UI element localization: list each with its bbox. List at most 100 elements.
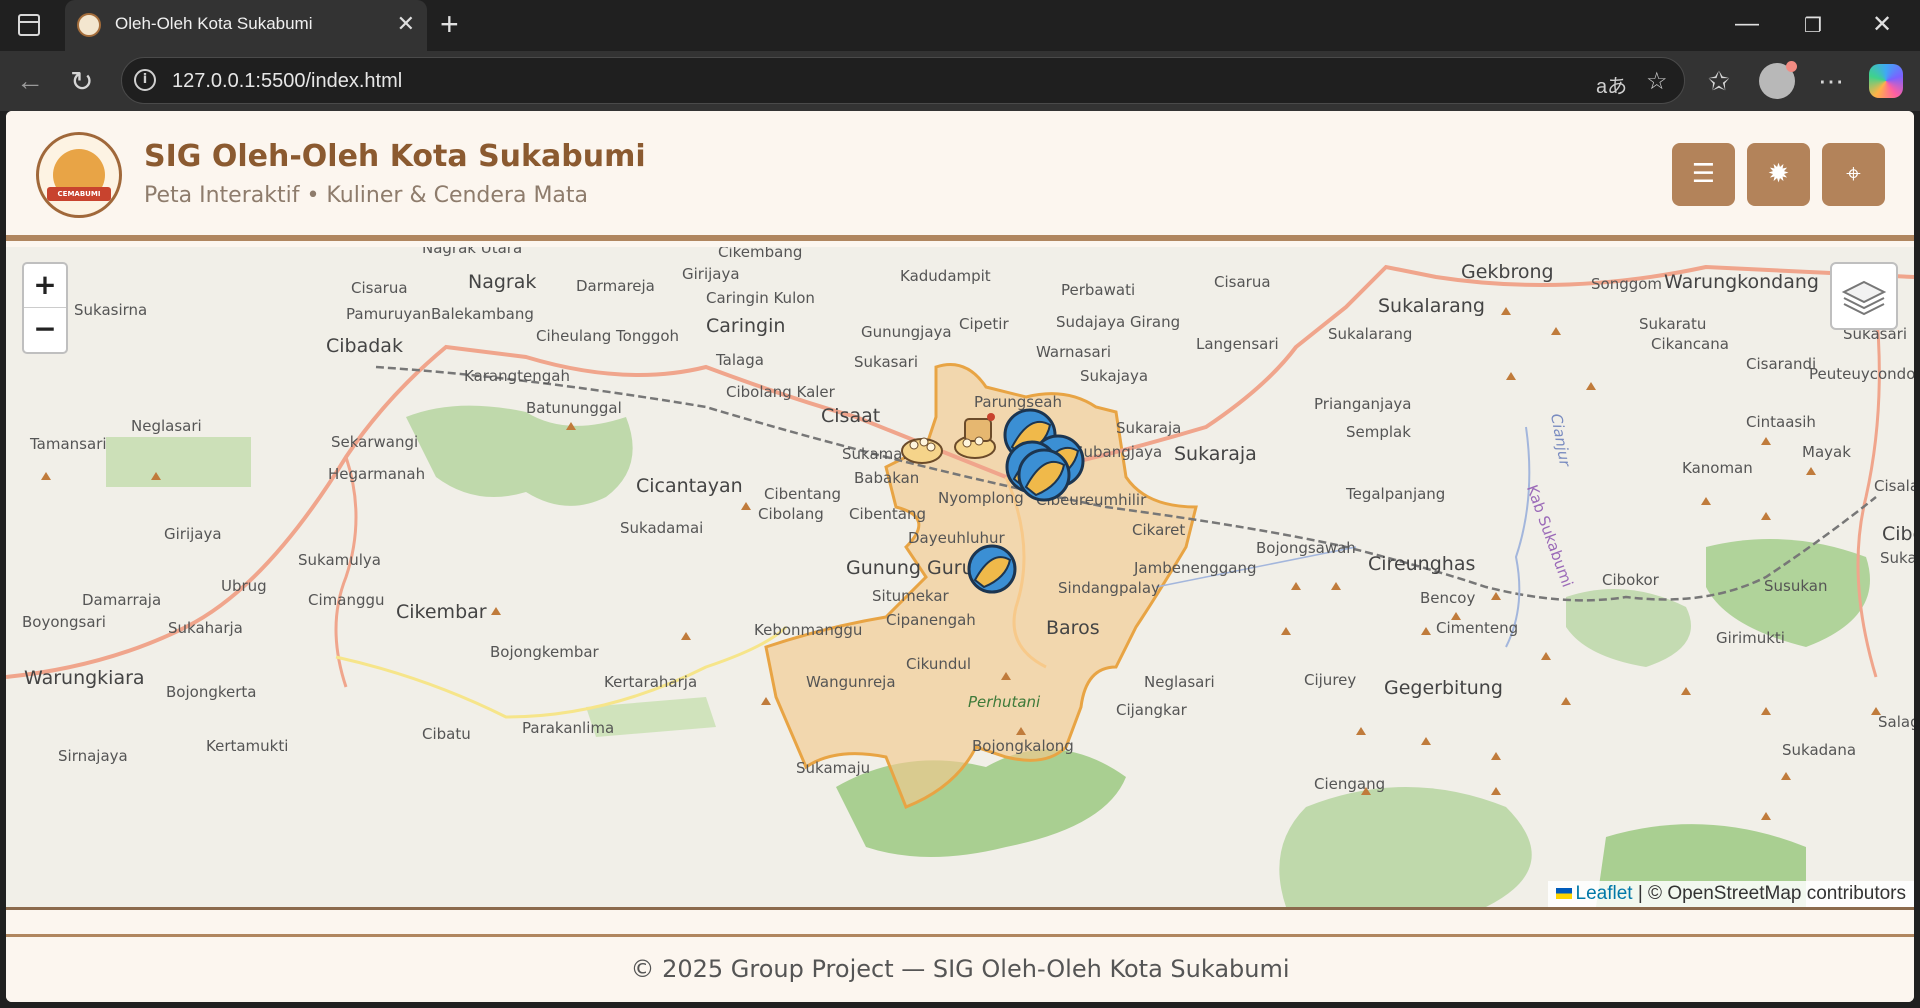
web-page: CEMABUMI SIG Oleh-Oleh Kota Sukabumi Pet…: [6, 111, 1914, 1002]
place-label: Kanoman: [1682, 459, 1753, 477]
place-label: Perbawati: [1061, 281, 1136, 299]
place-label: Susukan: [1764, 577, 1828, 595]
place-label: Sukajaya: [1080, 367, 1149, 385]
site-logo: CEMABUMI: [36, 132, 122, 218]
menu-icon: ☰: [1691, 159, 1716, 189]
reload-icon[interactable]: ↻: [70, 65, 93, 98]
address-bar[interactable]: i 127.0.0.1:5500/index.html aあ ☆: [121, 57, 1685, 104]
sidebar-toggle-icon[interactable]: [18, 14, 40, 36]
place-label: Ciengang: [1314, 775, 1386, 793]
place-label: Sukasirna: [74, 301, 148, 319]
place-label: Sukalarang: [1378, 295, 1485, 317]
place-label: Cibokor: [1602, 571, 1659, 589]
place-label: Cireunghas: [1368, 553, 1476, 575]
place-label: Kertaraharja: [604, 673, 698, 691]
place-label: Nagrak Utara: [422, 247, 523, 257]
place-label: Cibeber: [1882, 523, 1914, 545]
place-label: Girimukti: [1716, 629, 1785, 647]
place-label: Gunung Guruh: [846, 557, 986, 579]
souvenir-marker-icon[interactable]: [1016, 447, 1074, 505]
browser-tab-active[interactable]: Oleh-Oleh Kota Sukabumi ✕: [65, 0, 427, 51]
tab-close-icon[interactable]: ✕: [397, 11, 415, 37]
crosshair-icon: ⌖: [1846, 159, 1861, 189]
place-label: Warungkiara: [24, 667, 145, 689]
cake-marker-icon[interactable]: [951, 409, 1005, 463]
locate-button[interactable]: ⌖: [1822, 143, 1885, 206]
place-label: Pamuruyan: [346, 305, 431, 323]
place-label: Perhutani: [968, 693, 1041, 711]
place-label: Cikundul: [906, 655, 972, 673]
place-label: Sekarwangi: [331, 433, 419, 451]
place-label: Cisaat: [821, 405, 881, 427]
more-options-icon[interactable]: ⋯: [1818, 66, 1844, 97]
layers-icon: [1841, 280, 1887, 316]
restore-icon[interactable]: ❐: [1804, 13, 1822, 38]
place-label: Tamansari: [30, 435, 107, 453]
favorites-icon[interactable]: ✩: [1708, 66, 1730, 97]
url-text[interactable]: 127.0.0.1:5500/index.html: [172, 70, 402, 93]
place-label: Sukaraja: [1116, 419, 1182, 437]
place-label: Girijaya: [682, 265, 740, 283]
place-label: Sukaharja: [168, 619, 243, 637]
place-label: Cicantayan: [636, 475, 743, 497]
site-header: CEMABUMI SIG Oleh-Oleh Kota Sukabumi Pet…: [6, 111, 1914, 241]
place-label: Cipetir: [959, 315, 1009, 333]
place-label: Sukaratu: [1639, 315, 1707, 333]
place-label: Sudajaya Girang: [1056, 313, 1181, 331]
place-label: Gegerbitung: [1384, 677, 1503, 699]
place-label: Bencoy: [1420, 589, 1476, 607]
place-label: Bojongkerta: [166, 683, 257, 701]
place-label: Peuteuycondong: [1809, 365, 1914, 383]
window-close-icon[interactable]: ✕: [1872, 10, 1892, 39]
theme-toggle-button[interactable]: ✹: [1747, 143, 1810, 206]
zoom-out-button[interactable]: −: [24, 308, 66, 352]
favorite-star-icon[interactable]: ☆: [1646, 67, 1668, 96]
place-label: Cisalak: [1874, 477, 1914, 495]
place-label: Sukadamai: [620, 519, 704, 537]
place-label: Cibentang: [764, 485, 841, 503]
browser-tab-bar: Oleh-Oleh Kota Sukabumi ✕ + — ❐ ✕: [0, 0, 1920, 51]
layers-control-button[interactable]: [1830, 262, 1898, 330]
place-label: Warnasari: [1036, 343, 1112, 361]
place-label: Baros: [1046, 617, 1100, 639]
place-label: Caringin: [706, 315, 786, 337]
place-label: Neglasari: [1144, 673, 1215, 691]
place-label: Cikembar: [396, 601, 487, 623]
footer-text: © 2025 Group Project — SIG Oleh-Oleh Kot…: [630, 955, 1290, 983]
page-subtitle: Peta Interaktif • Kuliner & Cendera Mata: [144, 183, 589, 208]
map-container[interactable]: Nagrak Utara Cikembang Gekbrong Cisarua …: [6, 247, 1914, 907]
leaflet-link[interactable]: Leaflet: [1576, 883, 1633, 904]
place-label: Cisarua: [1214, 273, 1271, 291]
place-label: Balekambang: [431, 305, 534, 323]
place-label: Sukalarang: [1328, 325, 1413, 343]
place-label: Ciheulang Tonggoh: [536, 327, 680, 345]
place-label: Karangtengah: [464, 367, 570, 385]
menu-button[interactable]: ☰: [1672, 143, 1735, 206]
place-label: Kertamukti: [206, 737, 289, 755]
place-label: Cikembang: [718, 247, 803, 261]
place-label: Bojongkalong: [972, 737, 1074, 755]
place-label: Kadudampit: [900, 267, 991, 285]
place-label: Sukamulya: [298, 551, 381, 569]
new-tab-icon[interactable]: +: [440, 6, 459, 43]
place-label: Cibolang Kaler: [726, 383, 835, 401]
place-label: Cijangkar: [1116, 701, 1187, 719]
back-icon[interactable]: ←: [16, 65, 44, 97]
place-label: Boyongsari: [22, 613, 106, 631]
place-label: Damarraja: [82, 591, 162, 609]
translate-icon[interactable]: aあ: [1596, 70, 1627, 99]
minimize-icon[interactable]: —: [1735, 10, 1759, 38]
profile-avatar[interactable]: [1759, 61, 1797, 99]
place-label: Sukaraja: [1174, 443, 1257, 465]
food-bowl-marker-icon[interactable]: [898, 427, 946, 467]
place-label: Cibatu: [422, 725, 471, 743]
place-label: Neglasari: [131, 417, 202, 435]
site-info-icon[interactable]: i: [134, 69, 156, 91]
souvenir-marker-icon[interactable]: [966, 543, 1020, 597]
copilot-icon[interactable]: [1869, 64, 1903, 98]
place-label: Parakanlima: [522, 719, 615, 737]
place-label: Darmareja: [576, 277, 655, 295]
place-label: Batununggal: [526, 399, 622, 417]
zoom-in-button[interactable]: +: [24, 264, 66, 308]
place-label: Cikancana: [1651, 335, 1729, 353]
